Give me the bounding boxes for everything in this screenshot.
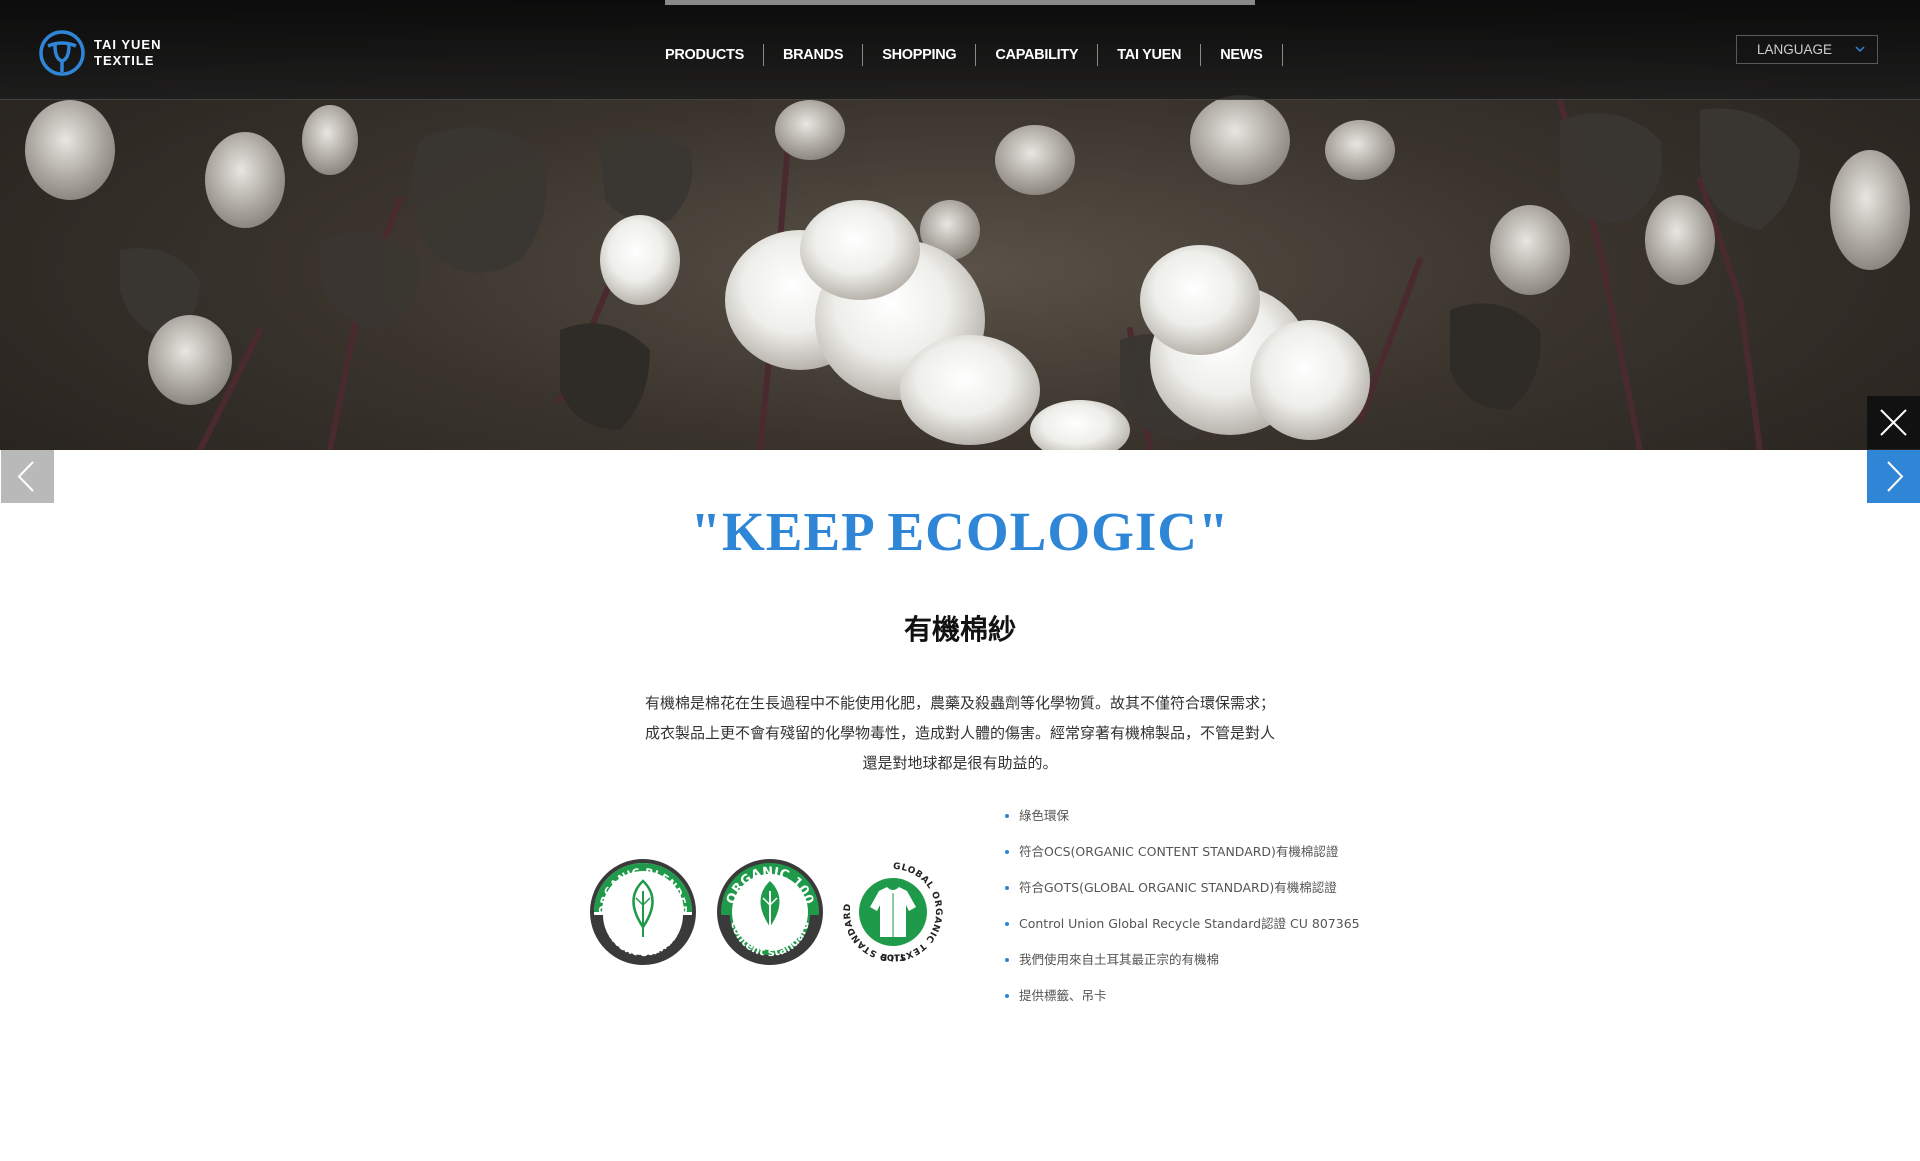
nav-item-news[interactable]: NEWS	[1201, 44, 1283, 66]
gots-badge: GLOBAL ORGANIC TEXTILE STANDARD GOTS	[840, 859, 946, 965]
paragraph-line: 有機棉是棉花在生長過程中不能使用化肥，農藥及殺蟲劑等化學物質。故其不僅符合環保需…	[644, 694, 1275, 712]
ocs-blended-badge: ORGANIC BLENDED content standard	[590, 859, 696, 965]
language-label: LANGUAGE	[1757, 42, 1833, 57]
intro-paragraph: 有機棉是棉花在生長過程中不能使用化肥，農藥及殺蟲劑等化學物質。故其不僅符合環保需…	[560, 688, 1360, 778]
feature-item: 綠色環保	[1003, 798, 1360, 834]
feature-item: 提供標籤、吊卡	[1003, 978, 1360, 1014]
feature-item: 符合OCS(ORGANIC CONTENT STANDARD)有機棉認證	[1003, 834, 1360, 870]
paragraph-line: 成衣製品上更不會有殘留的化學物毒性，造成對人體的傷害。經常穿著有機棉製品，不管是…	[644, 724, 1275, 742]
badge-subtitle: GOTS	[880, 954, 906, 964]
ocs-100-badge: ORGANIC 100 content standard	[717, 859, 823, 965]
nav-item-products[interactable]: PRODUCTS	[665, 44, 764, 66]
feature-list: 綠色環保 符合OCS(ORGANIC CONTENT STANDARD)有機棉認…	[1003, 798, 1360, 1014]
feature-item: 我們使用來自土耳其最正宗的有機棉	[1003, 942, 1360, 978]
certification-badges: ORGANIC BLENDED content standard ORGANIC…	[588, 857, 948, 967]
brand-name-line1: TAI YUEN	[94, 37, 162, 52]
site-header: TAI YUEN TEXTILE PRODUCTS BRANDS SHOPPIN…	[0, 0, 1920, 100]
chevron-left-icon	[17, 461, 34, 492]
brand-name: TAI YUEN TEXTILE	[94, 37, 161, 69]
nav-item-shopping[interactable]: SHOPPING	[863, 44, 977, 66]
brand-logo[interactable]: TAI YUEN TEXTILE	[38, 28, 161, 78]
brand-name-line2: TEXTILE	[94, 53, 155, 68]
main-nav: PRODUCTS BRANDS SHOPPING CAPABILITY TAI …	[665, 44, 1283, 66]
paragraph-line: 還是對地球都是很有助益的。	[862, 754, 1058, 772]
section-title: 有機棉紗	[903, 613, 1016, 646]
prev-slide-button[interactable]	[1, 450, 54, 503]
nav-indicator-bar	[665, 0, 1255, 5]
nav-item-brands[interactable]: BRANDS	[764, 44, 864, 66]
nav-item-capability[interactable]: CAPABILITY	[976, 44, 1099, 66]
feature-item: 符合GOTS(GLOBAL ORGANIC STANDARD)有機棉認證	[1003, 870, 1360, 906]
chevron-right-icon	[1887, 461, 1904, 492]
tai-yuen-logo-icon	[39, 30, 85, 76]
close-button[interactable]	[1867, 396, 1920, 449]
language-select[interactable]: LANGUAGE	[1736, 35, 1878, 64]
feature-item: Control Union Global Recycle Standard認證 …	[1003, 906, 1360, 942]
chevron-down-icon	[1855, 46, 1865, 53]
page-headline: "KEEP ECOLOGIC"	[690, 501, 1230, 562]
next-slide-button[interactable]	[1867, 450, 1920, 503]
nav-item-tai-yuen[interactable]: TAI YUEN	[1098, 44, 1202, 66]
close-icon	[1880, 409, 1907, 436]
